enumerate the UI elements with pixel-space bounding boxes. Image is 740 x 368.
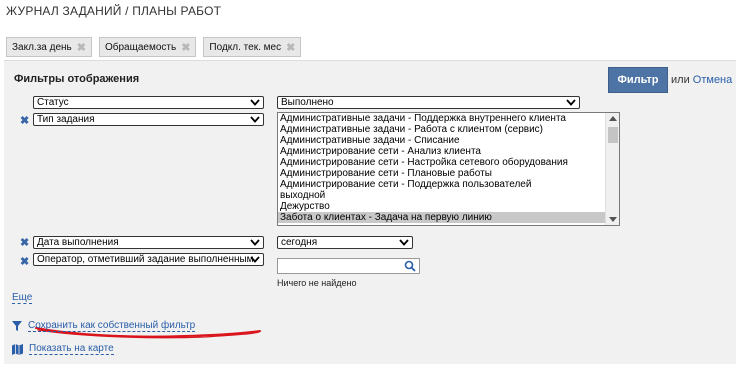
operator-search-input[interactable]: [278, 259, 398, 273]
chevron-down-icon: [399, 239, 409, 246]
show-on-map-link[interactable]: Показать на карте: [12, 343, 114, 355]
map-icon: [12, 343, 23, 355]
list-item[interactable]: Администрирование сети - Анализ клиента: [278, 146, 619, 157]
list-item[interactable]: Администрирование сети - Настройка сетев…: [278, 157, 619, 168]
date-field-select[interactable]: Дата выполнения: [33, 236, 264, 249]
task-type-listbox[interactable]: Административные задачи - Поддержка внут…: [277, 112, 620, 226]
operator-search: [277, 258, 420, 274]
filters-panel-title: Фильтры отображения: [14, 73, 140, 85]
operator-field-select[interactable]: Оператор, отметивший задание выполненным: [33, 253, 264, 266]
chevron-down-icon: [250, 99, 260, 106]
close-icon[interactable]: ✖: [20, 116, 29, 127]
status-field-label: Статус: [37, 97, 69, 108]
list-item[interactable]: Дежурство: [278, 201, 619, 212]
operator-not-found-text: Ничего не найдено: [277, 278, 357, 288]
close-icon[interactable]: ✖: [286, 41, 295, 54]
cancel-link[interactable]: Отмена: [693, 74, 732, 86]
save-filter-label: Сохранить как собственный фильтр: [28, 320, 196, 332]
saved-filter-label: Обращаемость: [104, 41, 177, 53]
funnel-icon: [12, 321, 22, 331]
listbox-scrollbar[interactable]: [605, 113, 619, 225]
apply-filter-button[interactable]: Фильтр: [608, 67, 668, 93]
scrollbar-thumb[interactable]: [608, 127, 618, 143]
page-title: ЖУРНАЛ ЗАДАНИЙ / ПЛАНЫ РАБОТ: [6, 4, 222, 18]
close-icon[interactable]: ✖: [20, 257, 29, 268]
or-cancel: или Отмена: [671, 74, 732, 86]
search-icon[interactable]: [404, 260, 416, 272]
saved-filter-chip[interactable]: Закл.за день ✖: [6, 37, 92, 57]
save-filter-link[interactable]: Сохранить как собственный фильтр: [12, 320, 196, 332]
date-value-label: сегодня: [281, 237, 318, 248]
chevron-down-icon: [250, 256, 260, 263]
date-field-label: Дата выполнения: [37, 237, 119, 248]
saved-filter-label: Закл.за день: [12, 41, 72, 53]
list-item[interactable]: Администрирование сети - Поддержка польз…: [278, 179, 619, 190]
chevron-down-icon: [250, 239, 260, 246]
date-value-select[interactable]: сегодня: [277, 236, 413, 249]
list-item-selected[interactable]: Забота о клиентах - Задача на первую лин…: [278, 212, 619, 223]
close-icon[interactable]: ✖: [181, 41, 190, 54]
scroll-down-arrow-icon[interactable]: [609, 217, 617, 222]
saved-filter-label: Подкл. тек. мес: [209, 41, 282, 53]
saved-filter-chip[interactable]: Подкл. тек. мес ✖: [203, 37, 302, 57]
close-icon[interactable]: ✖: [20, 238, 29, 249]
more-filters-link[interactable]: Еще: [12, 292, 33, 304]
list-item[interactable]: Административные задачи - Списание: [278, 135, 619, 146]
list-item[interactable]: Администрирование сети - Плановые работы: [278, 168, 619, 179]
show-on-map-label: Показать на карте: [29, 343, 114, 355]
operator-field-label: Оператор, отметивший задание выполненным: [37, 254, 254, 265]
list-item[interactable]: Административные задачи - Работа с клиен…: [278, 124, 619, 135]
chevron-down-icon: [250, 116, 260, 123]
task-type-field-label: Тип задания: [37, 114, 95, 125]
list-item[interactable]: выходной: [278, 190, 619, 201]
status-value-select[interactable]: Выполнено: [277, 96, 580, 109]
chevron-down-icon: [566, 99, 576, 106]
task-type-field-select[interactable]: Тип задания: [33, 113, 264, 126]
saved-filter-chip[interactable]: Обращаемость ✖: [98, 37, 197, 57]
status-field-select[interactable]: Статус: [33, 96, 264, 109]
filters-panel: Фильтры отображения Фильтр или Отмена Ст…: [4, 60, 736, 364]
list-item[interactable]: Административные задачи - Поддержка внут…: [278, 113, 619, 124]
scroll-up-arrow-icon[interactable]: [609, 116, 617, 121]
status-value-label: Выполнено: [281, 97, 334, 108]
close-icon[interactable]: ✖: [77, 41, 86, 54]
or-text: или: [671, 74, 690, 86]
saved-filters-bar: Закл.за день ✖ Обращаемость ✖ Подкл. тек…: [6, 37, 302, 57]
